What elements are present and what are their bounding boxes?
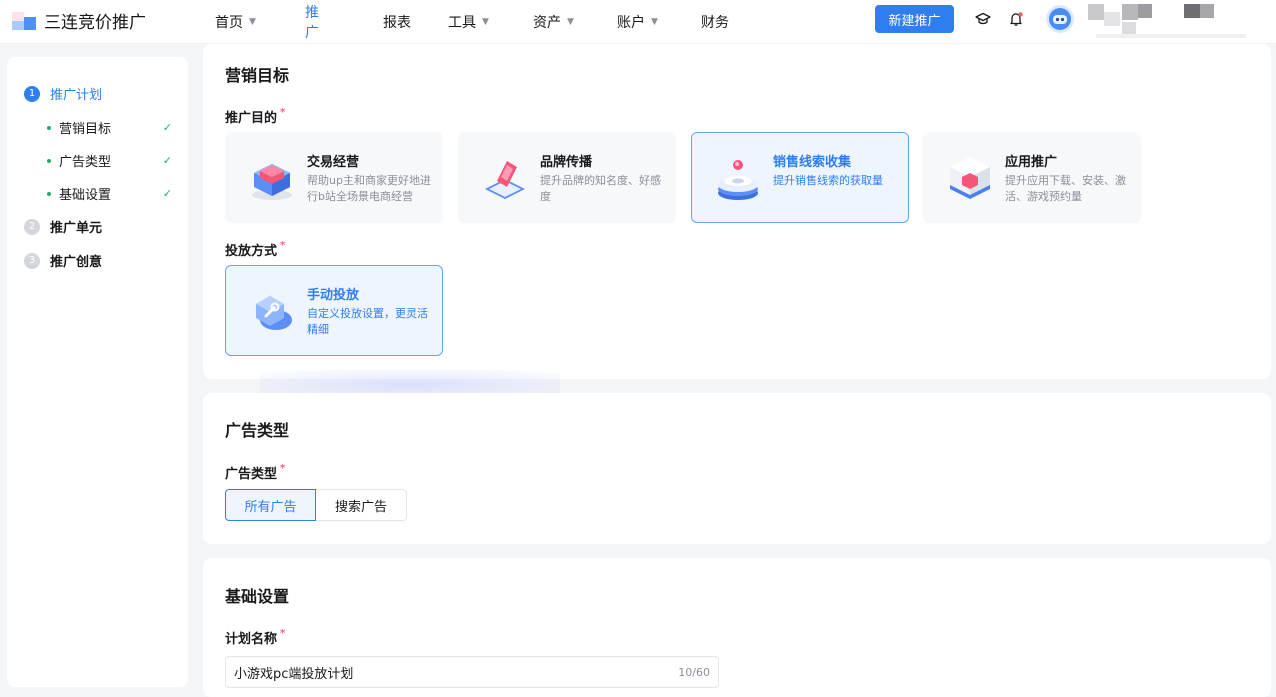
option-title: 应用推广 xyxy=(1005,155,1058,170)
step-number: 2 xyxy=(24,218,40,235)
nav-label: 推广 xyxy=(305,5,319,41)
nav-item-tools[interactable]: 工具 ▼ xyxy=(448,0,533,44)
dot-icon xyxy=(47,158,51,163)
label-text: 广告类型 xyxy=(225,467,278,482)
chevron-down-icon: ▼ xyxy=(249,17,256,27)
nav-label: 首页 xyxy=(215,15,243,31)
marketing-goal-card: 营销目标 推广目的* 交易经营 帮助up主和商家更好地进行b站全场景电商经营 xyxy=(203,44,1271,379)
ad-type-segmented-control: 所有广告 搜索广告 xyxy=(225,489,407,521)
label-text: 投放方式 xyxy=(225,244,278,259)
step-label: 推广创意 xyxy=(50,255,103,270)
step-label: 推广单元 xyxy=(50,221,103,236)
step-unit[interactable]: 2 推广单元 xyxy=(24,217,102,236)
chevron-down-icon: ▼ xyxy=(482,17,489,27)
option-description: 自定义投放设置，更灵活精细 xyxy=(307,307,428,336)
nav-item-home[interactable]: 首页 ▼ xyxy=(215,0,299,44)
dot-icon xyxy=(47,191,51,196)
avatar[interactable] xyxy=(1046,5,1074,33)
purpose-label: 推广目的 * xyxy=(225,107,285,126)
logo-icon xyxy=(12,9,38,33)
char-counter: 10/60 xyxy=(678,665,710,679)
option-description: 帮助up主和商家更好地进行b站全场景电商经营 xyxy=(307,174,431,203)
option-description: 提升品牌的知名度、好感度 xyxy=(540,174,661,203)
main-nav: 首页 ▼ 推广 报表 工具 ▼ 资产 ▼ 账户 ▼ 财务 xyxy=(215,0,761,44)
nav-label: 账户 xyxy=(617,15,645,31)
check-icon: ✓ xyxy=(162,154,172,167)
option-description: 提升应用下载、安装、激活、游戏预约量 xyxy=(1005,174,1126,203)
step-campaign[interactable]: 1 推广计划 xyxy=(24,84,102,103)
ad-type-all-button[interactable]: 所有广告 xyxy=(225,489,316,521)
dot-icon xyxy=(47,125,51,130)
label-text: 计划名称 xyxy=(225,632,278,647)
check-icon: ✓ xyxy=(162,121,172,134)
steps-panel: 1 推广计划 营销目标 ✓ 广告类型 ✓ 基础设置 ✓ 2 推广单元 3 推广创… xyxy=(7,57,188,687)
nav-label: 资产 xyxy=(533,15,561,31)
step-label: 推广计划 xyxy=(50,88,103,103)
step-number: 1 xyxy=(24,85,40,102)
redacted-user-info xyxy=(1088,4,1258,40)
section-title: 广告类型 xyxy=(225,421,290,440)
substep-label: 广告类型 xyxy=(59,155,112,170)
basic-settings-card: 基础设置 计划名称 * 小游戏pc端投放计划 10/60 xyxy=(203,558,1271,697)
step-creative[interactable]: 3 推广创意 xyxy=(24,251,102,270)
label-text: 推广目的 xyxy=(225,111,278,126)
campaign-name-label: 计划名称 * xyxy=(225,628,285,647)
required-mark: * xyxy=(280,107,286,118)
brand-tag-icon xyxy=(479,151,531,203)
brand-logo[interactable]: 三连竞价推广 xyxy=(12,8,146,33)
wrench-icon xyxy=(246,284,298,336)
section-title: 基础设置 xyxy=(225,587,290,606)
purpose-option-transaction[interactable]: 交易经营 帮助up主和商家更好地进行b站全场景电商经营 xyxy=(225,132,443,223)
new-promotion-button[interactable]: 新建推广 xyxy=(875,5,954,33)
method-option-manual[interactable]: 手动投放 自定义投放设置，更灵活精细 xyxy=(225,265,443,356)
required-mark: * xyxy=(280,463,286,474)
option-title: 品牌传播 xyxy=(540,155,593,170)
top-nav-bar: 三连竞价推广 首页 ▼ 推广 报表 工具 ▼ 资产 ▼ 账户 ▼ 财务 新建推广 xyxy=(0,0,1276,44)
leads-funnel-icon xyxy=(712,151,764,203)
nav-item-account[interactable]: 账户 ▼ xyxy=(617,0,701,44)
required-mark: * xyxy=(280,240,286,251)
option-title: 交易经营 xyxy=(307,155,360,170)
substep-ad-type[interactable]: 广告类型 ✓ xyxy=(47,151,172,170)
shop-box-icon xyxy=(246,151,298,203)
required-mark: * xyxy=(280,628,286,639)
step-number: 3 xyxy=(24,252,40,269)
option-title: 手动投放 xyxy=(307,288,360,303)
app-cube-icon xyxy=(944,151,996,203)
nav-item-finance[interactable]: 财务 xyxy=(701,0,761,44)
substep-label: 营销目标 xyxy=(59,122,112,137)
bell-icon[interactable] xyxy=(1007,10,1025,28)
campaign-name-input[interactable]: 小游戏pc端投放计划 10/60 xyxy=(225,656,719,688)
nav-item-assets[interactable]: 资产 ▼ xyxy=(533,0,617,44)
substep-label: 基础设置 xyxy=(59,188,112,203)
substep-marketing-goal[interactable]: 营销目标 ✓ xyxy=(47,118,172,137)
chevron-down-icon: ▼ xyxy=(651,17,658,27)
nav-label: 报表 xyxy=(383,15,411,31)
option-description: 提升销售线索的获取量 xyxy=(773,174,883,187)
input-value: 小游戏pc端投放计划 xyxy=(234,666,354,682)
option-title: 销售线索收集 xyxy=(773,155,852,170)
method-label: 投放方式 * xyxy=(225,240,285,259)
nav-item-reports[interactable]: 报表 xyxy=(383,0,448,44)
nav-label: 工具 xyxy=(448,15,476,31)
chevron-down-icon: ▼ xyxy=(567,17,574,27)
graduation-cap-icon[interactable] xyxy=(974,10,992,28)
substep-basic-settings[interactable]: 基础设置 ✓ xyxy=(47,184,172,203)
ad-type-card: 广告类型 广告类型 * 所有广告 搜索广告 xyxy=(203,393,1271,544)
ad-type-label: 广告类型 * xyxy=(225,463,285,482)
purpose-option-app[interactable]: 应用推广 提升应用下载、安装、激活、游戏预约量 xyxy=(923,132,1141,223)
nav-label: 财务 xyxy=(701,15,729,31)
check-icon: ✓ xyxy=(162,187,172,200)
brand-name: 三连竞价推广 xyxy=(44,13,146,33)
section-title: 营销目标 xyxy=(225,66,290,85)
ad-type-search-button[interactable]: 搜索广告 xyxy=(316,489,407,521)
purpose-option-brand[interactable]: 品牌传播 提升品牌的知名度、好感度 xyxy=(458,132,676,223)
purpose-option-leads[interactable]: 销售线索收集 提升销售线索的获取量 xyxy=(691,132,909,223)
